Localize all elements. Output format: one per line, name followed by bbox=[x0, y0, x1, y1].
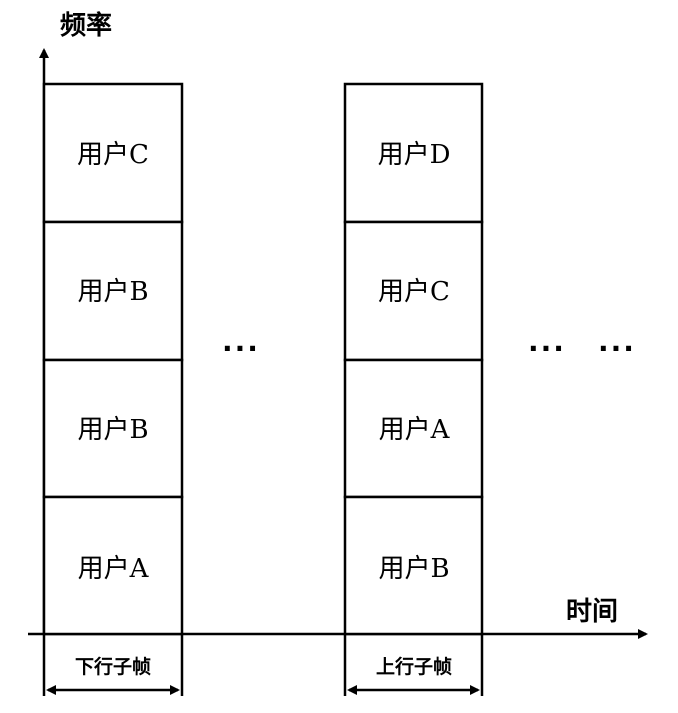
uplink-cell-label: 用户C bbox=[378, 277, 450, 307]
uplink-cell-label: 用户B bbox=[378, 554, 449, 584]
downlink-subframe: 用户C 用户B 用户B 用户A bbox=[42, 82, 184, 636]
frequency-axis-label: 频率 bbox=[60, 10, 112, 41]
right-ellipsis-1: ··· bbox=[528, 332, 566, 365]
frame-structure-diagram: 频率 时间 用户C 用户B 用户B 用户A 用户D 用户C 用户A 用户B ··… bbox=[28, 10, 648, 696]
downlink-cell-label: 用户C bbox=[77, 140, 149, 170]
downlink-cell-label: 用户A bbox=[78, 554, 150, 584]
downlink-subframe-label: 下行子帧 bbox=[75, 655, 151, 678]
right-ellipsis-2: ··· bbox=[598, 332, 636, 365]
downlink-cell-label: 用户B bbox=[77, 277, 148, 307]
middle-ellipsis: ··· bbox=[222, 332, 260, 365]
uplink-cell-label: 用户A bbox=[379, 415, 451, 445]
downlink-cell-label: 用户B bbox=[77, 415, 148, 445]
time-axis-label: 时间 bbox=[566, 597, 618, 627]
uplink-subframe-label: 上行子帧 bbox=[376, 655, 452, 678]
uplink-cell-label: 用户D bbox=[378, 140, 451, 170]
uplink-subframe: 用户D 用户C 用户A 用户B bbox=[343, 82, 484, 636]
